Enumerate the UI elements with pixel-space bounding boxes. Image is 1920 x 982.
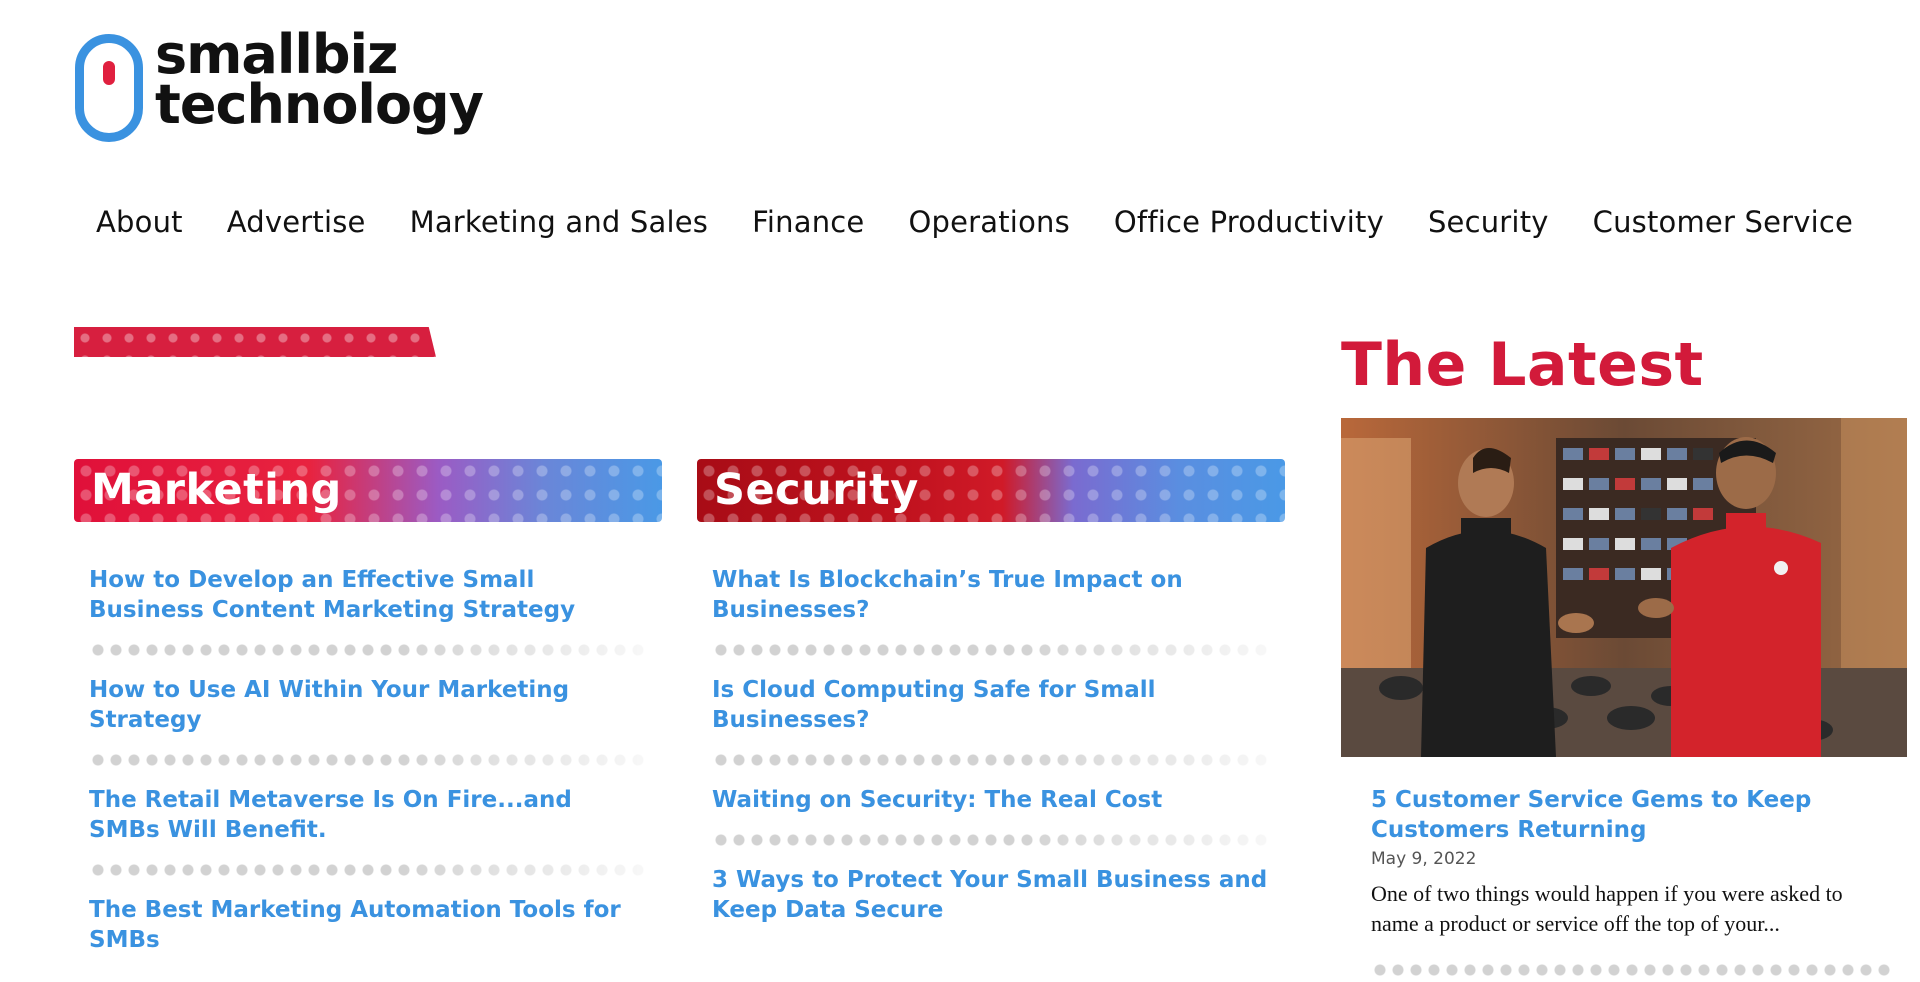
dotted-divider <box>89 863 649 877</box>
site-logo[interactable]: smallbiz technology <box>75 28 484 142</box>
dotted-divider <box>1371 963 1891 977</box>
article-link[interactable]: How to Develop an Effective Small Busine… <box>89 565 649 625</box>
dotted-divider <box>89 753 649 767</box>
nav-item-marketing-and-sales[interactable]: Marketing and Sales <box>410 205 709 239</box>
nav-item-advertise[interactable]: Advertise <box>227 205 366 239</box>
nav-item-operations[interactable]: Operations <box>908 205 1069 239</box>
mouse-icon <box>75 34 143 142</box>
logo-line2: technology <box>155 73 484 136</box>
nav-item-security[interactable]: Security <box>1428 205 1549 239</box>
latest-article-excerpt: One of two things would happen if you we… <box>1371 881 1843 936</box>
dotted-divider <box>712 753 1272 767</box>
dotted-divider <box>712 833 1272 847</box>
latest-article-headline[interactable]: 5 Customer Service Gems to Keep Customer… <box>1371 785 1891 845</box>
main-nav: About Advertise Marketing and Sales Fina… <box>96 205 1897 239</box>
list-item: What Is Blockchain’s True Impact on Busi… <box>712 565 1272 625</box>
marketing-article-list: How to Develop an Effective Small Busine… <box>89 565 649 955</box>
latest-article-image[interactable] <box>1341 418 1907 757</box>
article-link[interactable]: Is Cloud Computing Safe for Small Busine… <box>712 675 1272 735</box>
security-article-list: What Is Blockchain’s True Impact on Busi… <box>712 565 1272 925</box>
logo-text: smallbiz technology <box>155 28 484 136</box>
list-item: Is Cloud Computing Safe for Small Busine… <box>712 675 1272 735</box>
list-item: How to Develop an Effective Small Busine… <box>89 565 649 625</box>
dotted-divider <box>712 643 1272 657</box>
marketing-banner: Marketing <box>74 459 662 522</box>
article-link[interactable]: 3 Ways to Protect Your Small Business an… <box>712 865 1272 925</box>
list-item: The Best Marketing Automation Tools for … <box>89 895 649 955</box>
nav-item-customer-service[interactable]: Customer Service <box>1593 205 1853 239</box>
list-item: Waiting on Security: The Real Cost <box>712 785 1272 815</box>
latest-article-date: May 9, 2022 <box>1371 849 1477 869</box>
security-banner-title: Security <box>714 465 919 515</box>
list-item: 3 Ways to Protect Your Small Business an… <box>712 865 1272 925</box>
dotted-divider <box>89 643 649 657</box>
section-header-bar <box>74 327 436 357</box>
article-link[interactable]: What Is Blockchain’s True Impact on Busi… <box>712 565 1272 625</box>
nav-item-about[interactable]: About <box>96 205 183 239</box>
latest-article: 5 Customer Service Gems to Keep Customer… <box>1371 785 1891 939</box>
article-link[interactable]: How to Use AI Within Your Marketing Stra… <box>89 675 649 735</box>
list-item: The Retail Metaverse Is On Fire...and SM… <box>89 785 649 845</box>
latest-heading: The Latest <box>1341 330 1704 400</box>
security-banner: Security <box>697 459 1285 522</box>
nav-item-finance[interactable]: Finance <box>752 205 864 239</box>
article-link[interactable]: The Retail Metaverse Is On Fire...and SM… <box>89 785 649 845</box>
article-link[interactable]: Waiting on Security: The Real Cost <box>712 785 1272 815</box>
nav-item-office-productivity[interactable]: Office Productivity <box>1114 205 1384 239</box>
list-item: How to Use AI Within Your Marketing Stra… <box>89 675 649 735</box>
article-link[interactable]: The Best Marketing Automation Tools for … <box>89 895 649 955</box>
marketing-banner-title: Marketing <box>91 465 342 515</box>
